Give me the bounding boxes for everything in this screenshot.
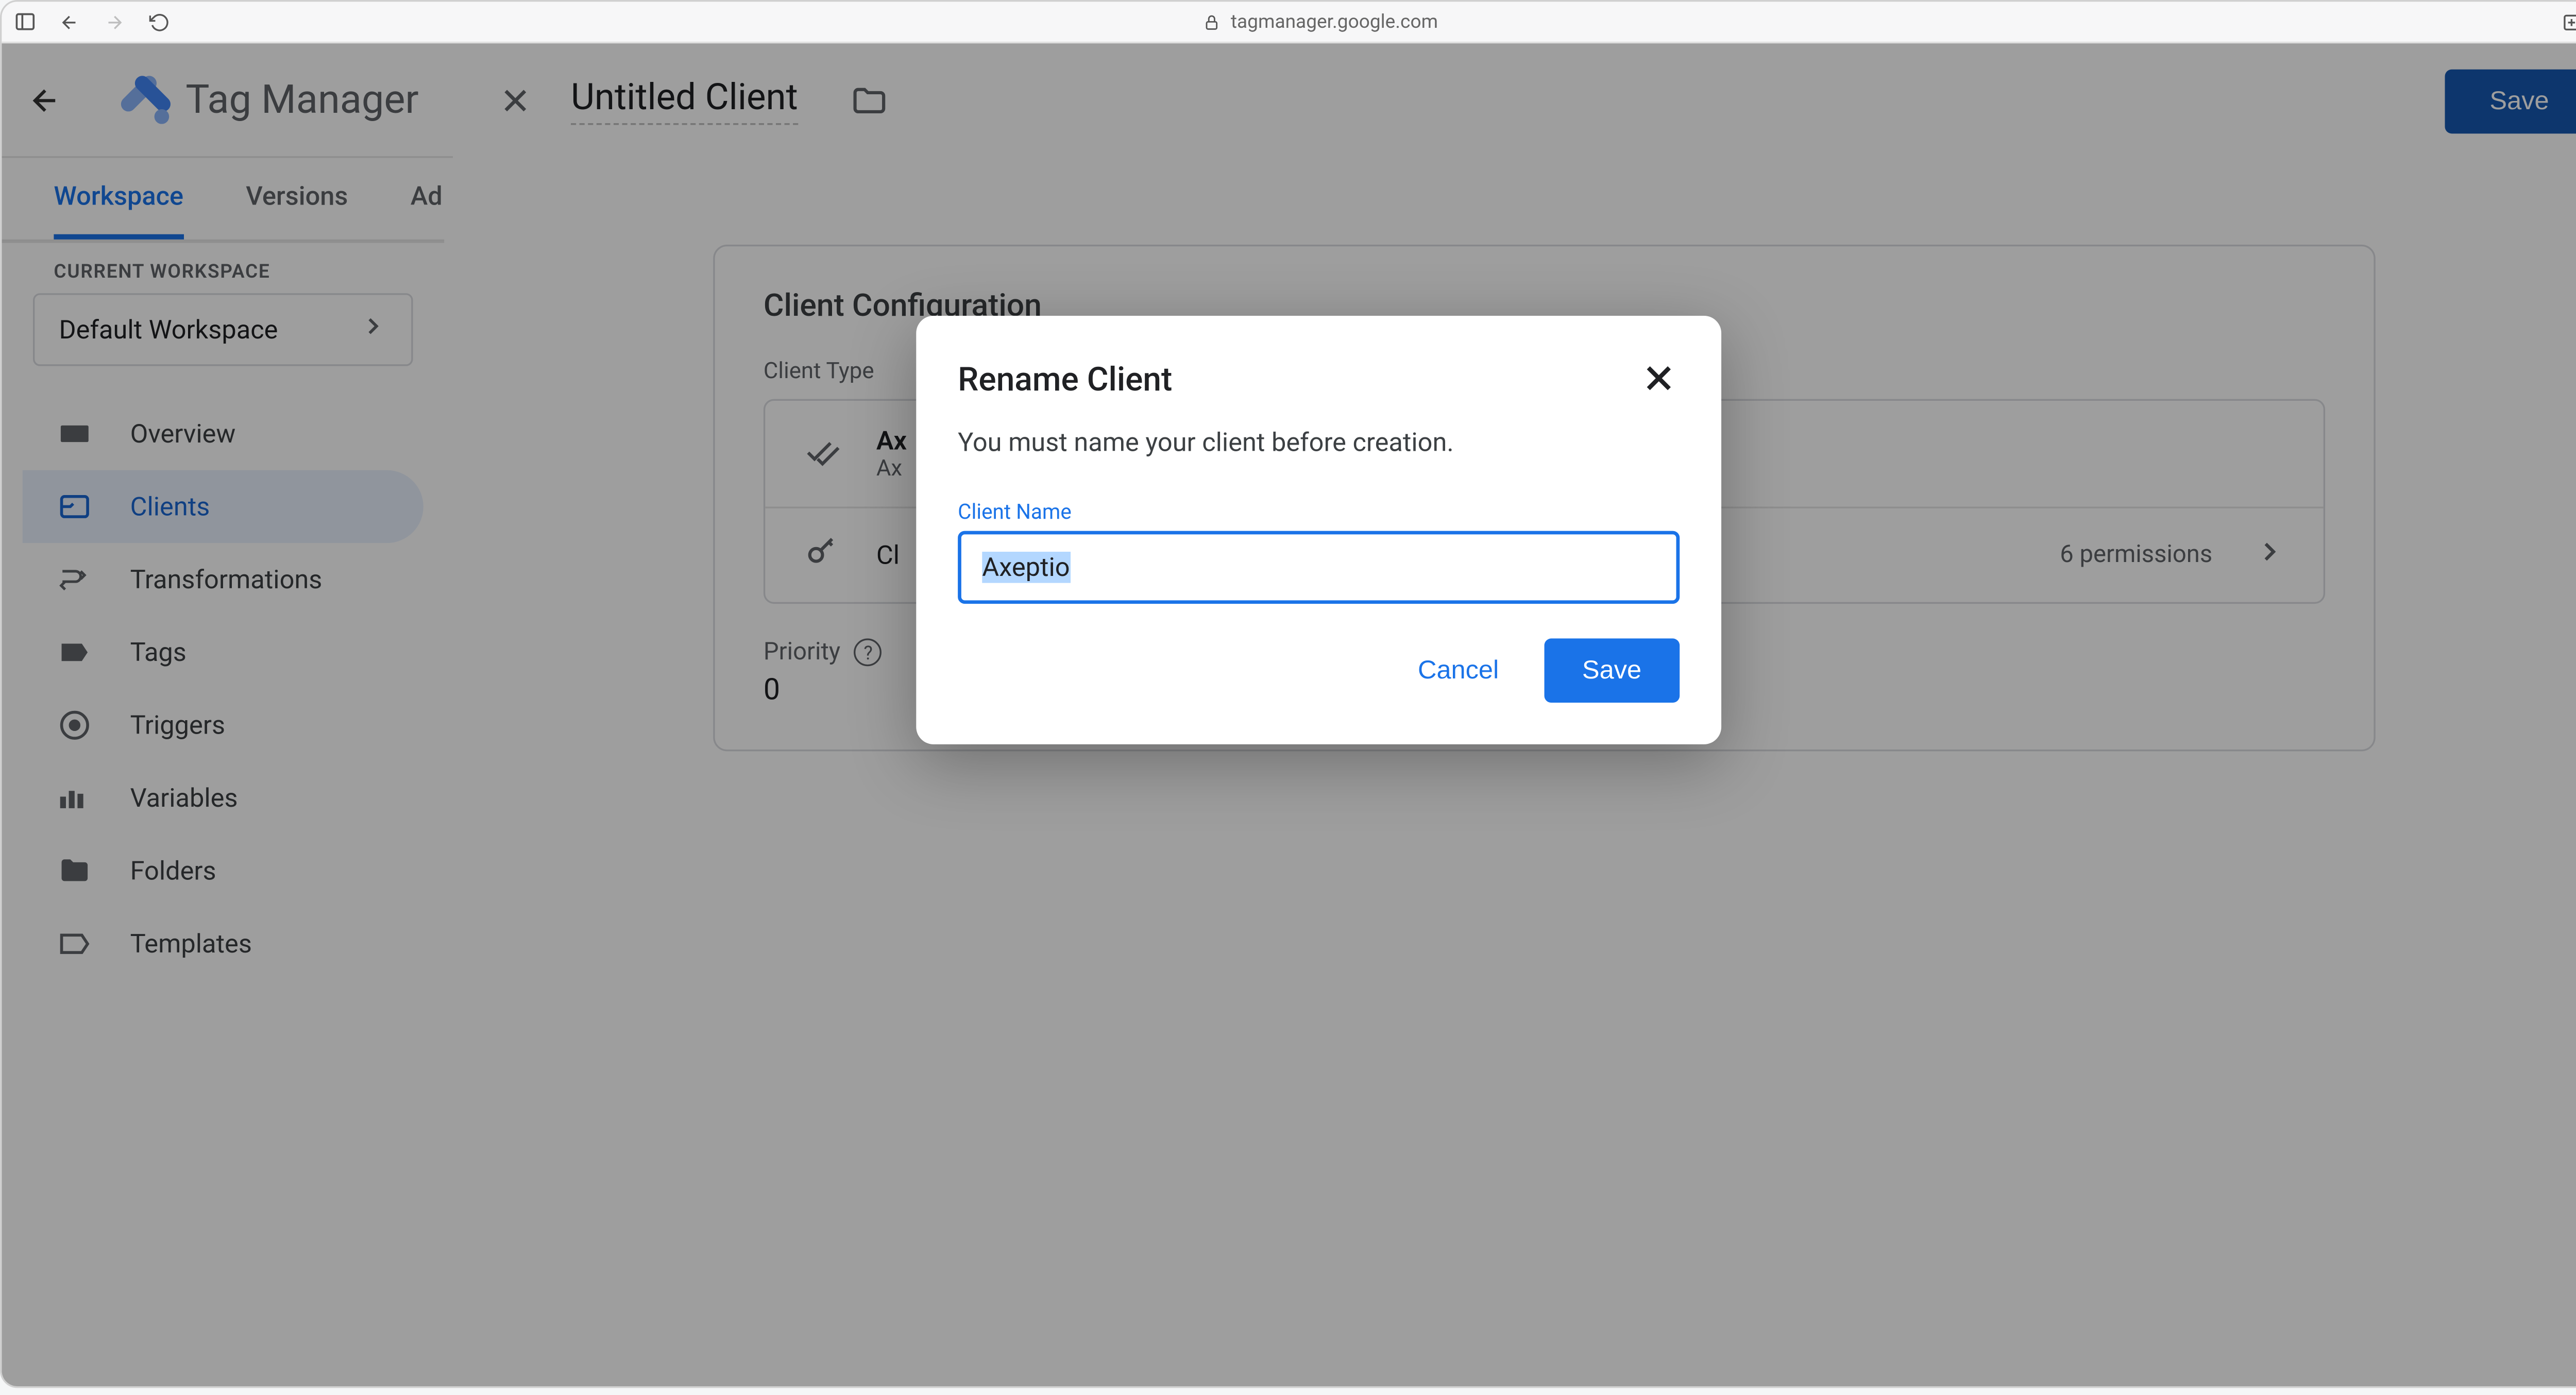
modal-save-button[interactable]: Save — [1544, 638, 1680, 703]
client-name-label: Client Name — [958, 500, 1680, 524]
reload-icon[interactable] — [147, 10, 172, 34]
forward-icon[interactable] — [103, 10, 127, 34]
rename-client-modal: Rename Client You must name your client … — [916, 316, 1721, 744]
browser-chrome: tagmanager.google.com — [2, 2, 2576, 43]
share-icon[interactable] — [2560, 10, 2576, 34]
client-name-input[interactable]: Axeptio — [958, 531, 1680, 604]
close-icon[interactable] — [1638, 358, 1680, 399]
lock-icon — [1199, 10, 1224, 34]
url-text: tagmanager.google.com — [1231, 10, 1438, 33]
back-icon[interactable] — [57, 10, 81, 34]
cancel-button[interactable]: Cancel — [1386, 638, 1530, 703]
modal-description: You must name your client before creatio… — [958, 427, 1680, 458]
sidebar-toggle-icon[interactable] — [12, 10, 37, 34]
modal-title: Rename Client — [958, 358, 1172, 398]
